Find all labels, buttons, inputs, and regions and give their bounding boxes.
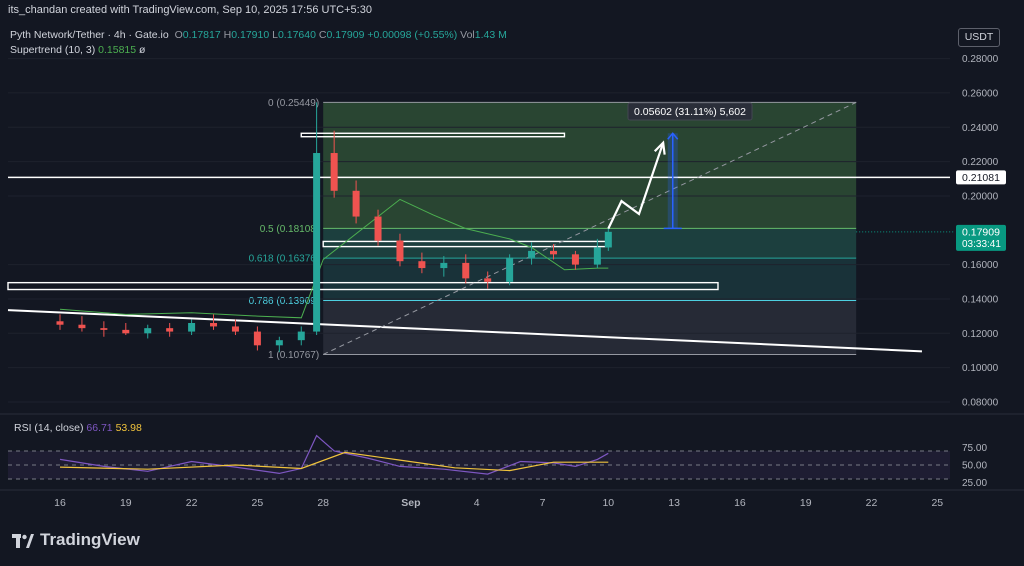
candle-body bbox=[484, 278, 492, 282]
time-tick-label: 19 bbox=[120, 497, 132, 509]
candle-body bbox=[604, 231, 612, 248]
rsi-tick-label: 75.00 bbox=[962, 443, 987, 454]
price-tick-label: 0.10000 bbox=[962, 363, 999, 374]
candle-body bbox=[297, 331, 305, 341]
price-tick-label: 0.20000 bbox=[962, 191, 999, 202]
candle-body bbox=[528, 250, 536, 258]
candle-body bbox=[440, 262, 448, 269]
time-tick-label: 19 bbox=[800, 497, 812, 509]
fib-level-label: 0.5 (0.18108) bbox=[260, 224, 320, 235]
brand-name: TradingView bbox=[40, 530, 140, 549]
time-tick-label: 4 bbox=[474, 497, 480, 509]
price-tick-label: 0.28000 bbox=[962, 54, 999, 65]
rsi-tick-label: 25.00 bbox=[962, 478, 987, 489]
time-tick-label: 28 bbox=[317, 497, 329, 509]
price-tick-label: 0.24000 bbox=[962, 123, 999, 134]
time-tick-label: 25 bbox=[252, 497, 264, 509]
candle-body bbox=[462, 262, 470, 279]
rsi-ma-value: 53.98 bbox=[115, 422, 142, 434]
time-tick-label: 22 bbox=[866, 497, 878, 509]
time-tick-label: 10 bbox=[602, 497, 614, 509]
time-tick-label: 7 bbox=[540, 497, 546, 509]
rsi-label[interactable]: RSI (14, close) bbox=[14, 422, 83, 434]
candle-body bbox=[210, 323, 218, 327]
tradingview-brand: TradingView bbox=[12, 530, 140, 550]
fib-level-label: 0 (0.25449) bbox=[268, 98, 319, 109]
candle-body bbox=[56, 321, 64, 325]
candle-body bbox=[253, 331, 261, 346]
candle-body bbox=[374, 216, 382, 241]
current-price-label: 0.17909 bbox=[962, 226, 1000, 238]
candle-body bbox=[122, 329, 130, 334]
fib-level-label: 0.618 (0.16376) bbox=[249, 254, 320, 265]
price-tick-label: 0.14000 bbox=[962, 294, 999, 305]
time-tick-label: 13 bbox=[668, 497, 680, 509]
level-price-label: 0.21081 bbox=[962, 172, 1000, 184]
measure-label: 0.05602 (31.11%) 5,602 bbox=[634, 106, 746, 118]
price-tick-label: 0.16000 bbox=[962, 260, 999, 271]
price-tick-label: 0.12000 bbox=[962, 329, 999, 340]
rsi-pane: 75.00 50.00 25.00 bbox=[0, 413, 1024, 489]
candle-body bbox=[231, 326, 239, 332]
candle-body bbox=[549, 250, 557, 255]
rsi-legend: RSI (14, close) 66.71 53.98 bbox=[14, 422, 142, 434]
candle-body bbox=[166, 328, 174, 332]
candle-body bbox=[418, 261, 426, 269]
time-tick-label: 25 bbox=[931, 497, 943, 509]
time-axis[interactable]: 16 19 22 25 28 Sep 4 7 10 13 16 19 22 25 bbox=[0, 489, 1024, 509]
price-chart[interactable]: 0 (0.25449) 0.5 (0.18108) 0.618 (0.16376) 0… bbox=[0, 0, 1024, 518]
fib-level-label: 1 (0.10767) bbox=[268, 350, 319, 361]
price-tick-label: 0.26000 bbox=[962, 88, 999, 99]
price-tick-label: 0.08000 bbox=[962, 397, 999, 408]
time-tick-label: 22 bbox=[186, 497, 198, 509]
candle-body bbox=[330, 153, 338, 191]
candle-body bbox=[78, 324, 86, 329]
price-tick-label: 0.22000 bbox=[962, 157, 999, 168]
countdown-label: 03:33:41 bbox=[962, 239, 1001, 250]
price-axis[interactable]: 0.28000 0.26000 0.24000 0.22000 0.20000 0.160… bbox=[856, 54, 1006, 408]
candle-body bbox=[100, 328, 108, 330]
candle-body bbox=[593, 247, 601, 265]
candle-body bbox=[275, 340, 283, 346]
candle-body bbox=[571, 254, 579, 265]
time-tick-label: 16 bbox=[734, 497, 746, 509]
candle-body bbox=[188, 323, 196, 332]
tradingview-logo-icon bbox=[12, 533, 34, 548]
candle-body bbox=[144, 328, 152, 334]
time-tick-label: 16 bbox=[54, 497, 66, 509]
candle-body bbox=[313, 153, 321, 332]
fib-zone-0-0.5 bbox=[323, 102, 857, 229]
candle-body bbox=[396, 240, 404, 262]
rsi-value: 66.71 bbox=[86, 422, 113, 434]
candle-body bbox=[506, 257, 514, 282]
time-tick-label: Sep bbox=[401, 497, 420, 509]
candle-body bbox=[352, 190, 360, 217]
rsi-tick-label: 50.00 bbox=[962, 461, 987, 472]
